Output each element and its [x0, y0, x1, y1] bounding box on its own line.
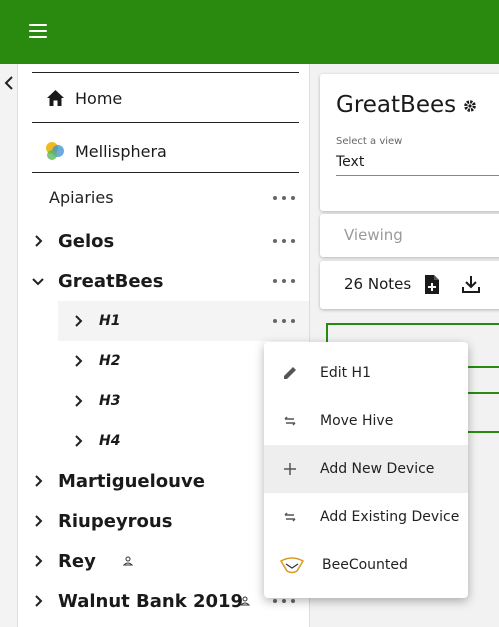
apiary-more-icon[interactable] — [273, 238, 295, 244]
nav-mellisphera-label: Mellisphera — [75, 141, 167, 161]
mellisphera-logo-icon — [46, 142, 64, 160]
section-title-apiaries: Apiaries — [49, 188, 114, 207]
chevron-right-icon[interactable] — [32, 235, 44, 247]
chevron-right-icon[interactable] — [72, 355, 84, 367]
divider — [32, 122, 299, 123]
shared-user-icon — [240, 596, 250, 606]
menu-item-beecounted[interactable]: BeeCounted — [264, 541, 468, 589]
apiary-more-icon[interactable] — [273, 598, 295, 604]
chevron-right-icon[interactable] — [72, 435, 84, 447]
chevron-right-icon[interactable] — [32, 595, 44, 607]
apiary-label: GreatBees — [58, 270, 164, 292]
chevron-right-icon[interactable] — [32, 515, 44, 527]
nav-home-label: Home — [75, 88, 123, 108]
apiary-label: Rey — [58, 550, 96, 572]
apiary-label: Walnut Bank 2019 — [58, 590, 244, 612]
viewing-placeholder[interactable]: Viewing — [344, 226, 403, 244]
page-title: GreatBees — [336, 92, 457, 118]
menu-item-label: Edit H1 — [320, 365, 371, 381]
chart-frame-border — [468, 392, 499, 394]
swap-arrows-icon — [284, 416, 296, 426]
beecounted-logo-icon — [279, 557, 305, 574]
chevron-left-icon[interactable] — [2, 74, 16, 92]
notes-card: 26 Notes — [320, 261, 499, 309]
drawer-rail — [0, 64, 18, 627]
hamburger-menu-icon[interactable] — [29, 24, 47, 40]
chevron-right-icon[interactable] — [32, 555, 44, 567]
hive-label: H3 — [99, 393, 121, 409]
apiaries-more-icon[interactable] — [273, 195, 295, 201]
apiary-more-icon[interactable] — [273, 278, 295, 284]
home-icon — [47, 90, 64, 106]
pencil-icon — [284, 367, 296, 379]
apiary-label: Martiguelouve — [58, 470, 205, 492]
hive-label: H2 — [99, 353, 121, 369]
apiary-row-greatbees[interactable]: GreatBees — [18, 261, 309, 301]
hive-more-icon[interactable] — [273, 318, 295, 324]
menu-item-edit-hive[interactable]: Edit H1 — [264, 349, 468, 397]
hive-label: H4 — [99, 433, 121, 449]
plus-icon — [284, 463, 296, 475]
notes-count: 26 Notes — [344, 275, 412, 293]
chart-frame-border — [326, 323, 499, 325]
view-select-label: Select a view — [336, 136, 403, 147]
menu-item-move-hive[interactable]: Move Hive — [264, 397, 468, 445]
apiary-label: Riupeyrous — [58, 510, 173, 532]
menu-item-label: Add New Device — [320, 461, 435, 477]
chart-frame-border — [468, 366, 499, 368]
apiary-label: Gelos — [58, 230, 115, 252]
chevron-right-icon[interactable] — [72, 315, 84, 327]
gear-icon[interactable] — [463, 99, 477, 113]
hive-label: H1 — [99, 313, 121, 329]
view-select[interactable]: Text — [336, 150, 499, 176]
divider — [32, 72, 299, 73]
menu-item-add-new-device[interactable]: Add New Device — [264, 445, 468, 493]
menu-item-label: BeeCounted — [322, 557, 408, 573]
hive-row-h1[interactable]: H1 — [58, 301, 309, 341]
menu-item-label: Add Existing Device — [320, 509, 460, 525]
nav-mellisphera[interactable]: Mellisphera — [32, 136, 299, 166]
menu-item-label: Move Hive — [320, 413, 394, 429]
viewing-card: Viewing — [320, 214, 499, 257]
add-note-icon[interactable] — [424, 274, 440, 295]
apiary-row-gelos[interactable]: Gelos — [18, 221, 309, 261]
shared-user-icon — [123, 556, 133, 566]
chevron-right-icon[interactable] — [32, 475, 44, 487]
menu-item-add-existing-device[interactable]: Add Existing Device — [264, 493, 468, 541]
chevron-right-icon[interactable] — [72, 395, 84, 407]
nav-home[interactable]: Home — [32, 83, 299, 113]
chevron-down-icon[interactable] — [32, 275, 44, 287]
view-select-value: Text — [336, 154, 365, 170]
download-icon[interactable] — [461, 275, 481, 294]
hive-context-menu: Edit H1 Move Hive Add New Device Add Exi… — [264, 342, 468, 598]
chart-frame-border — [468, 431, 499, 433]
swap-arrows-icon — [284, 512, 296, 522]
divider — [32, 172, 299, 173]
apiary-header-card: GreatBees Select a view Text — [320, 74, 499, 211]
app-header — [0, 0, 499, 64]
